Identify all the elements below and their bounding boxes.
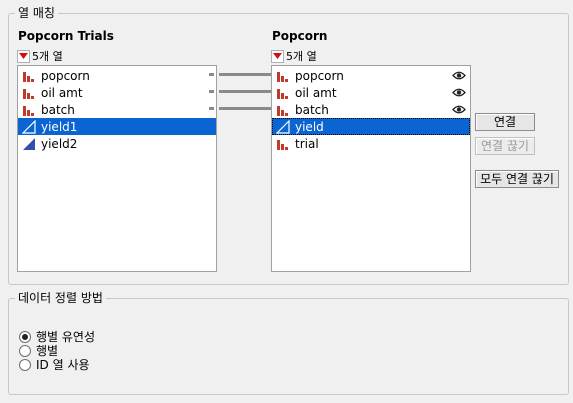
unlink-all-button[interactable]: 모두 연결 끊기 bbox=[475, 170, 559, 188]
eye-icon[interactable] bbox=[452, 103, 466, 116]
list-item-label: popcorn bbox=[295, 68, 344, 83]
left-column-count: 5개 열 bbox=[17, 48, 63, 64]
eye-icon[interactable] bbox=[452, 86, 466, 99]
radio-use-id-column[interactable]: ID 열 사용 bbox=[19, 356, 90, 373]
red-triangle-icon bbox=[19, 53, 28, 59]
list-item[interactable]: oil amt bbox=[272, 84, 470, 101]
data-sort-group: 데이터 정렬 방법 bbox=[8, 291, 569, 395]
list-item-selected[interactable]: yield bbox=[272, 118, 470, 135]
right-table-title: Popcorn bbox=[272, 29, 328, 43]
list-item[interactable]: oil amt bbox=[18, 84, 216, 101]
bar-chart-icon bbox=[277, 139, 288, 150]
data-sort-title: 데이터 정렬 방법 bbox=[15, 291, 106, 305]
list-item[interactable]: yield2 bbox=[18, 135, 216, 152]
link-line bbox=[219, 73, 271, 76]
bar-chart-icon bbox=[23, 71, 34, 82]
link-marker-left bbox=[209, 107, 214, 110]
left-disclosure-button[interactable] bbox=[17, 49, 30, 63]
radio-button[interactable] bbox=[19, 358, 31, 371]
bar-chart-icon bbox=[277, 88, 288, 99]
list-item[interactable]: batch bbox=[272, 101, 470, 118]
list-item-label: batch bbox=[295, 102, 329, 117]
eye-icon[interactable] bbox=[452, 69, 466, 82]
list-item-label: yield2 bbox=[41, 136, 78, 151]
column-match-title: 열 매칭 bbox=[15, 6, 58, 20]
right-disclosure-button[interactable] bbox=[271, 49, 284, 63]
list-item-label: trial bbox=[295, 136, 319, 151]
list-item-label: oil amt bbox=[41, 85, 83, 100]
unlink-button[interactable]: 연결 끊기 bbox=[475, 137, 535, 155]
list-item[interactable]: trial bbox=[272, 135, 470, 152]
radio-label: ID 열 사용 bbox=[36, 358, 90, 372]
radio-button[interactable] bbox=[19, 330, 31, 343]
left-count-label: 5개 열 bbox=[32, 50, 63, 63]
bar-chart-icon bbox=[277, 71, 288, 82]
right-column-list[interactable]: popcorn oil amt batch yield trial bbox=[271, 65, 471, 272]
continuous-triangle-icon bbox=[22, 119, 36, 134]
list-item-label: yield1 bbox=[41, 119, 78, 134]
list-item[interactable]: batch bbox=[18, 101, 216, 118]
bar-chart-icon bbox=[277, 105, 288, 116]
right-column-count: 5개 열 bbox=[271, 48, 317, 64]
link-line bbox=[219, 107, 271, 110]
list-item-label: yield bbox=[295, 119, 324, 134]
list-item-label: popcorn bbox=[41, 68, 90, 83]
continuous-triangle-icon bbox=[276, 119, 290, 134]
link-marker-left bbox=[209, 73, 214, 76]
list-item-label: batch bbox=[41, 102, 75, 117]
red-triangle-icon bbox=[273, 53, 282, 59]
bar-chart-icon bbox=[23, 88, 34, 99]
left-table-title: Popcorn Trials bbox=[18, 29, 114, 43]
bar-chart-icon bbox=[23, 105, 34, 116]
link-marker-left bbox=[209, 90, 214, 93]
list-item[interactable]: popcorn bbox=[272, 67, 470, 84]
list-item-label: oil amt bbox=[295, 85, 337, 100]
list-item-selected[interactable]: yield1 bbox=[18, 118, 216, 135]
link-button[interactable]: 연결 bbox=[475, 113, 535, 131]
continuous-triangle-icon bbox=[23, 137, 35, 150]
list-item[interactable]: popcorn bbox=[18, 67, 216, 84]
left-column-list[interactable]: popcorn oil amt batch yield1 yield2 bbox=[17, 65, 217, 272]
link-line bbox=[219, 90, 271, 93]
right-count-label: 5개 열 bbox=[286, 50, 317, 63]
radio-button[interactable] bbox=[19, 344, 31, 357]
